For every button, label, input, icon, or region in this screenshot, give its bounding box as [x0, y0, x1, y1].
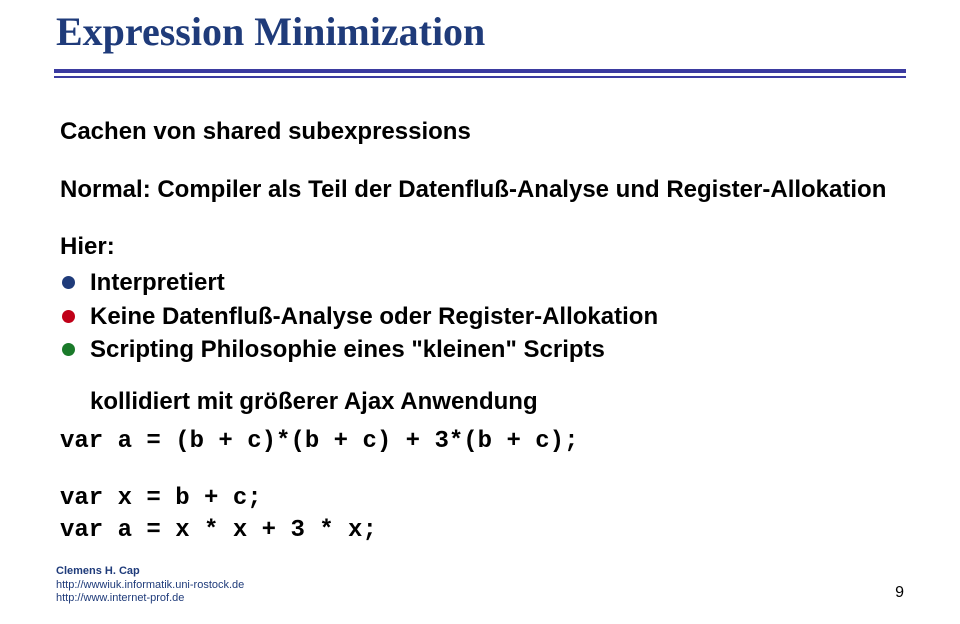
title-rule: [54, 69, 906, 78]
normal-paragraph: Normal: Compiler als Teil der Datenfluß-…: [60, 174, 900, 206]
bullet-subline: kollidiert mit größerer Ajax Anwendung: [90, 386, 900, 418]
bullet-item: Keine Datenfluß-Analyse oder Register-Al…: [60, 301, 900, 333]
code-line: var a = x * x + 3 * x;: [60, 515, 900, 547]
code-line: var a = (b + c)*(b + c) + 3*(b + c);: [60, 426, 900, 458]
footer-author: Clemens H. Cap: [56, 565, 244, 579]
code-block: var a = (b + c)*(b + c) + 3*(b + c); var…: [60, 426, 900, 547]
slide-body: Cachen von shared subexpressions Normal:…: [0, 78, 960, 547]
bullet-item: Scripting Philosophie eines "kleinen" Sc…: [60, 334, 900, 366]
footer-url: http://wwwiuk.informatik.uni-rostock.de: [56, 579, 244, 593]
footer-url: http://www.internet-prof.de: [56, 592, 244, 606]
slide-title: Expression Minimization: [0, 0, 960, 55]
slide: Expression Minimization Cachen von share…: [0, 0, 960, 624]
hier-label: Hier:: [60, 231, 900, 263]
bullet-list: Interpretiert Keine Datenfluß-Analyse od…: [60, 267, 900, 366]
bullet-item: Interpretiert: [60, 267, 900, 299]
code-line: var x = b + c;: [60, 483, 900, 515]
page-number: 9: [895, 584, 904, 602]
intro-paragraph: Cachen von shared subexpressions: [60, 116, 900, 148]
footer: Clemens H. Cap http://wwwiuk.informatik.…: [56, 565, 244, 606]
